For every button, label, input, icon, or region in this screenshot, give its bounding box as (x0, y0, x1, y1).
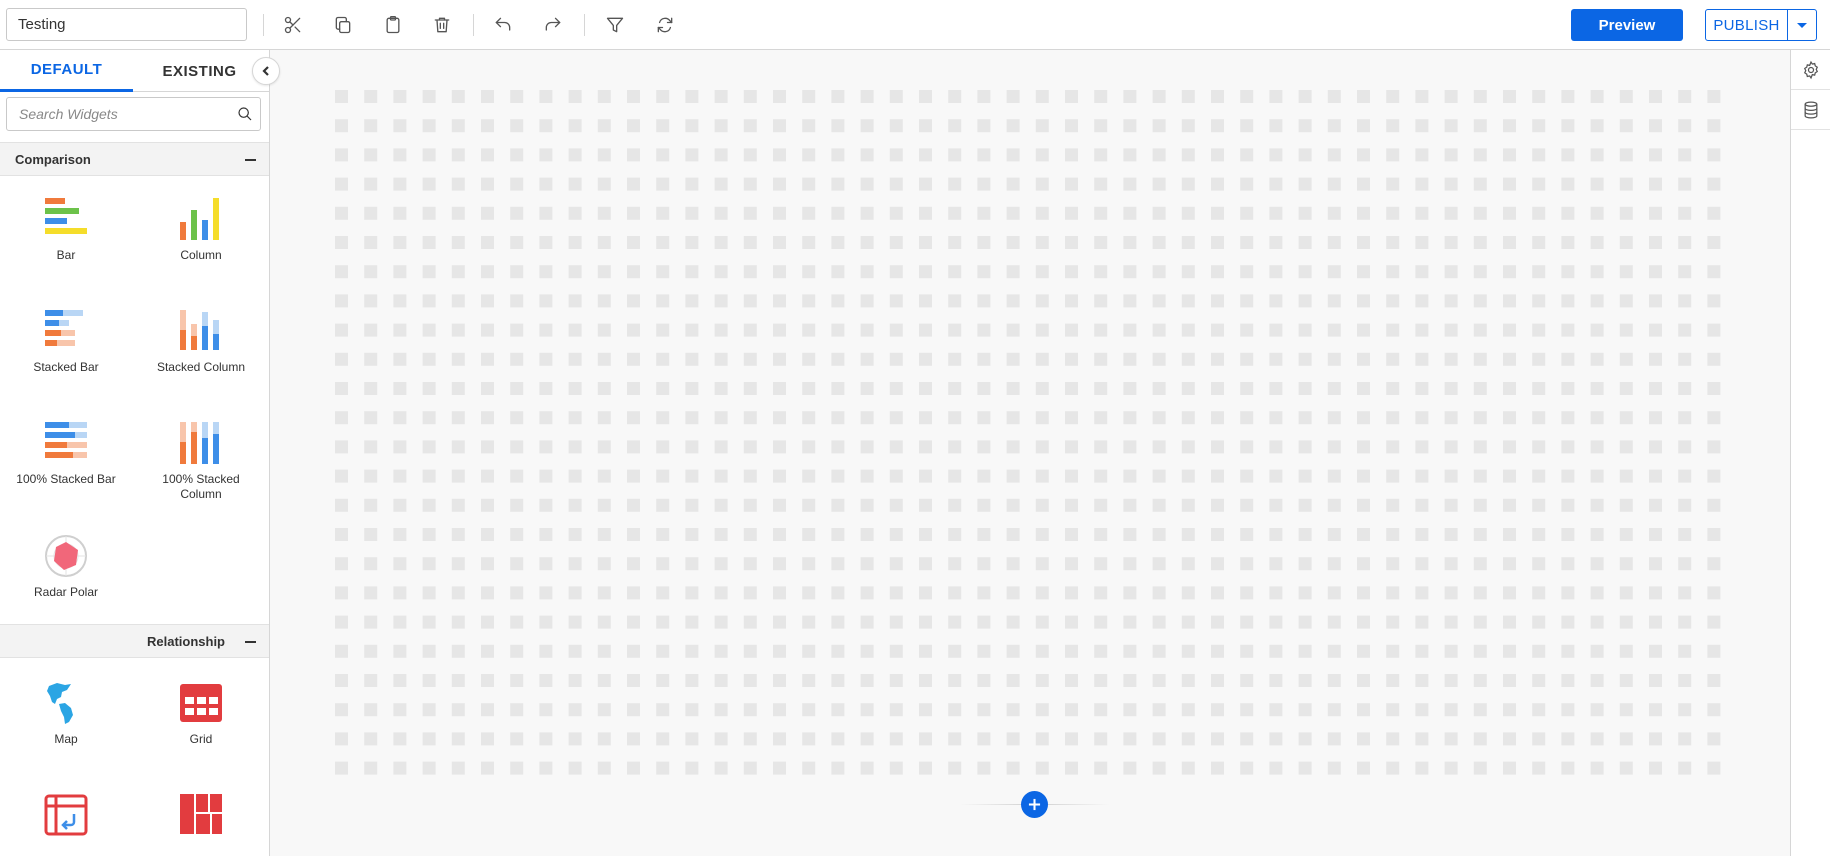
widget-map[interactable]: Map (6, 680, 126, 747)
stacked-column-icon (180, 310, 219, 350)
toolbar-separator (263, 14, 264, 36)
refresh-icon (657, 17, 673, 33)
toolbar-separator (584, 14, 585, 36)
canvas-grid-dots (335, 90, 1721, 775)
datasource-icon (1804, 100, 1817, 119)
publish-dropdown-button[interactable] (1788, 10, 1816, 40)
publish-split-button: PUBLISH (1705, 9, 1817, 41)
widget-label: Column (180, 248, 222, 262)
radar-polar-icon (45, 535, 87, 577)
grid-icon (180, 684, 222, 722)
add-widget-button[interactable] (1021, 791, 1048, 818)
map-icon (47, 683, 73, 724)
tab-existing[interactable]: EXISTING (133, 50, 266, 92)
redo-button[interactable] (539, 11, 567, 39)
widget-grid[interactable]: Grid (141, 680, 261, 747)
widget-radar-polar[interactable]: Radar Polar (6, 533, 126, 600)
treemap-icon (180, 794, 222, 834)
preview-button[interactable]: Preview (1571, 9, 1683, 41)
undo-icon (495, 17, 511, 31)
widget-stacked-column[interactable]: Stacked Column (141, 308, 261, 375)
widget-bar[interactable]: Bar (6, 196, 126, 263)
trash-icon (434, 17, 450, 33)
dashboard-canvas[interactable] (270, 50, 1790, 856)
widget-treemap[interactable] (141, 792, 261, 844)
widget-100-stacked-column[interactable]: 100% Stacked Column (141, 420, 261, 502)
widget-label: Stacked Column (156, 360, 246, 374)
datasource-button[interactable] (1791, 90, 1830, 130)
stacked-bar-icon (45, 310, 83, 346)
widget-label: Stacked Bar (33, 360, 99, 374)
widget-panel: DEFAULT EXISTING Comparison Bar Column (0, 50, 270, 856)
chevron-left-icon (262, 66, 269, 76)
collapse-panel-button[interactable] (252, 57, 280, 85)
widget-search (6, 97, 261, 131)
copy-button[interactable] (329, 11, 357, 39)
copy-icon (335, 16, 351, 34)
undo-button[interactable] (489, 11, 517, 39)
widget-label: Grid (189, 732, 213, 746)
full-stacked-column-icon (180, 422, 219, 464)
plus-icon (1028, 798, 1041, 811)
widget-label: 100% Stacked Bar (16, 472, 116, 486)
settings-gear-icon (1803, 60, 1818, 79)
bar-chart-icon (45, 198, 87, 234)
category-label: Comparison (15, 151, 91, 167)
caret-down-icon (1797, 22, 1807, 28)
widget-pivot-grid[interactable] (6, 792, 126, 844)
widget-100-stacked-bar[interactable]: 100% Stacked Bar (6, 420, 126, 487)
pivot-grid-icon (44, 794, 88, 836)
search-widgets-input[interactable] (7, 98, 217, 130)
settings-button[interactable] (1791, 50, 1830, 90)
category-comparison[interactable]: Comparison (0, 142, 269, 176)
cut-button[interactable] (279, 11, 307, 39)
paste-button[interactable] (379, 11, 407, 39)
paste-icon (386, 15, 400, 34)
refresh-button[interactable] (651, 11, 679, 39)
collapse-minus-icon[interactable] (245, 641, 256, 643)
widget-label: Radar Polar (33, 585, 99, 599)
category-relationship[interactable]: Relationship (0, 624, 269, 658)
delete-button[interactable] (428, 11, 456, 39)
publish-button[interactable]: PUBLISH (1706, 10, 1788, 40)
collapse-minus-icon[interactable] (245, 159, 256, 161)
filter-button[interactable] (601, 11, 629, 39)
widget-label: Bar (56, 248, 76, 262)
filter-icon (606, 17, 624, 33)
column-chart-icon (180, 198, 219, 240)
dashboard-name-input[interactable] (6, 8, 247, 41)
search-icon[interactable] (237, 106, 253, 122)
toolbar-separator (473, 14, 474, 36)
widget-column[interactable]: Column (141, 196, 261, 263)
tab-default[interactable]: DEFAULT (0, 50, 133, 92)
widget-label: 100% Stacked Column (162, 472, 240, 501)
widget-stacked-bar[interactable]: Stacked Bar (6, 308, 126, 375)
scissors-icon (284, 16, 301, 34)
full-stacked-bar-icon (45, 422, 87, 458)
redo-icon (545, 17, 561, 31)
category-label: Relationship (146, 633, 225, 649)
widget-tabs: DEFAULT EXISTING (0, 50, 269, 92)
widget-label: Map (54, 732, 78, 746)
right-property-rail (1790, 50, 1830, 856)
top-toolbar: Preview PUBLISH (0, 0, 1830, 50)
